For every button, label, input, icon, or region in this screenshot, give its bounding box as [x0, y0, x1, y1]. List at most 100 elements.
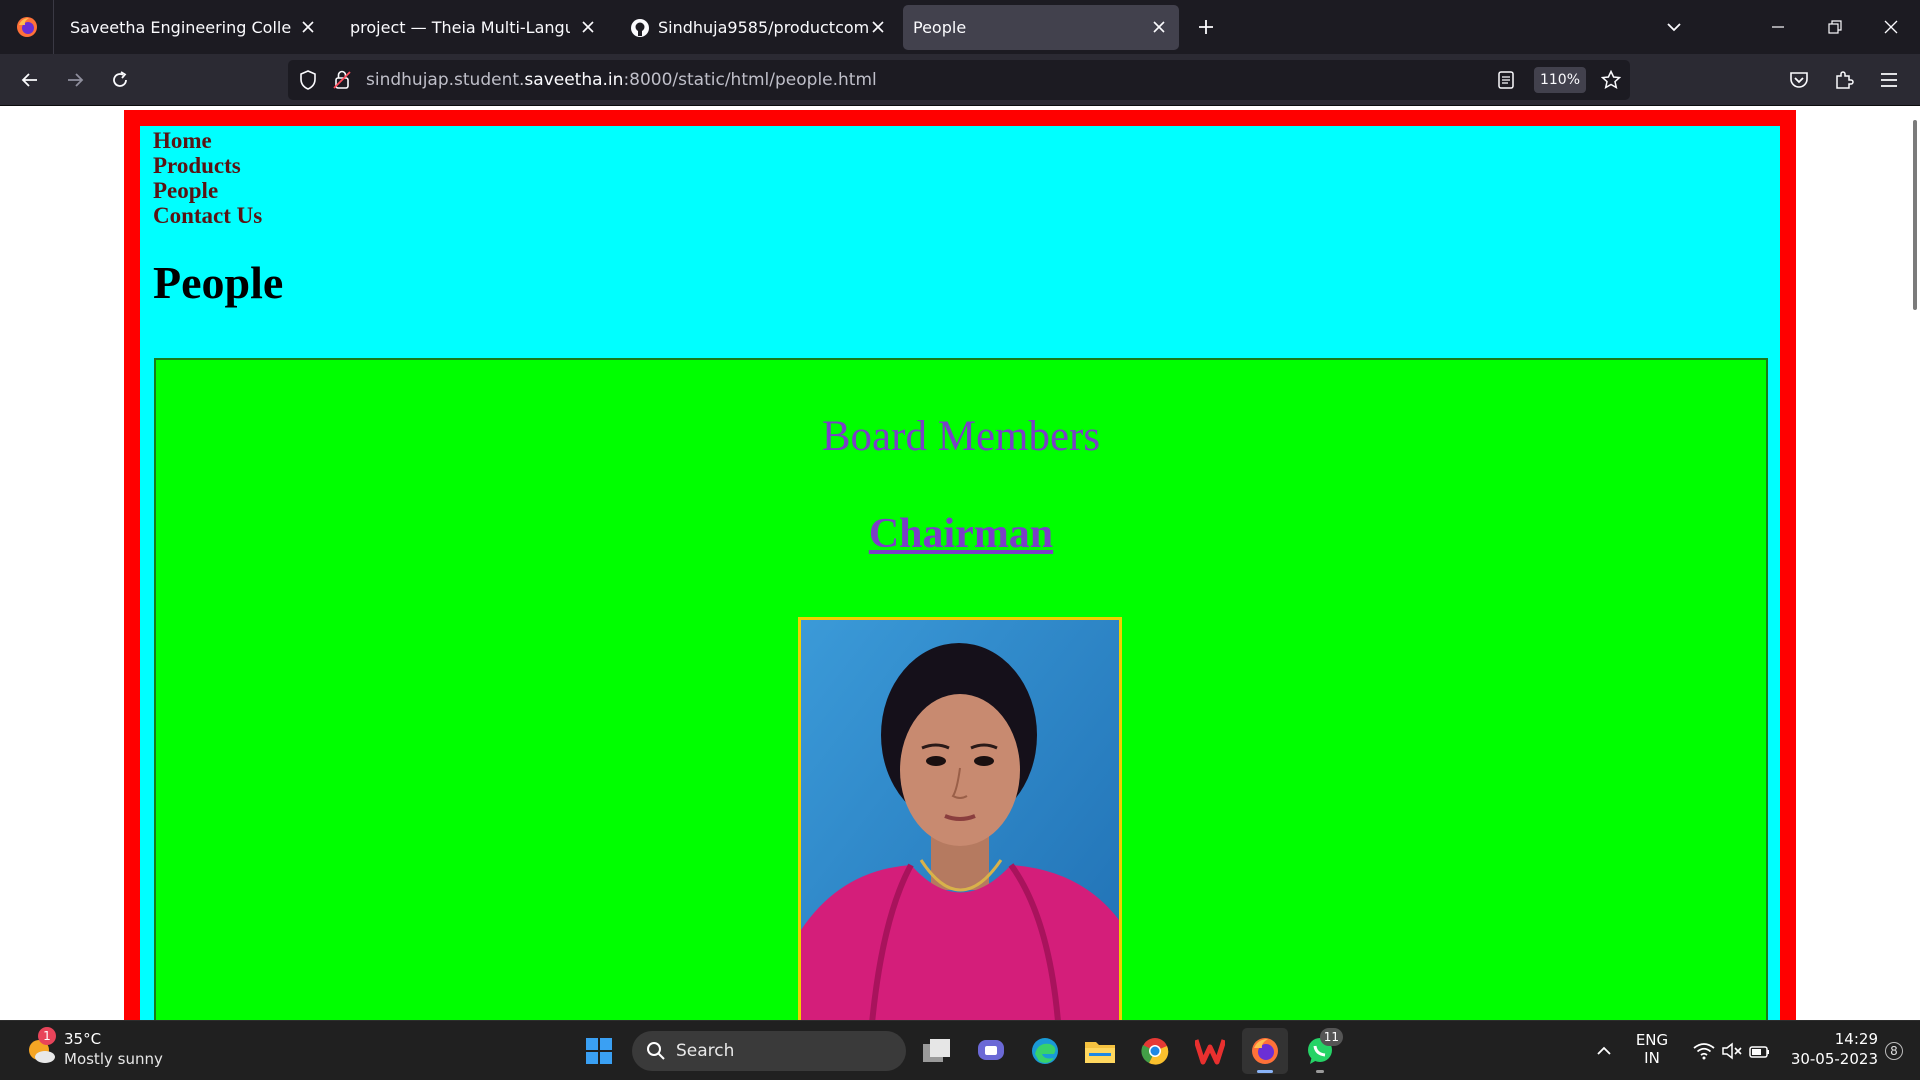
navigation-toolbar: sindhujap.student.saveetha.in:8000/stati… — [0, 54, 1920, 106]
reload-button[interactable] — [102, 62, 138, 98]
firefox-view-button[interactable] — [0, 0, 54, 54]
board-members-heading: Board Members — [821, 413, 1101, 460]
new-tab-button[interactable] — [1186, 7, 1226, 47]
notification-count: 8 — [1885, 1042, 1903, 1060]
nav-link-people[interactable]: People — [153, 178, 262, 203]
back-button[interactable] — [12, 62, 48, 98]
restore-icon — [1828, 20, 1842, 34]
page-title: People — [153, 257, 284, 308]
url-text[interactable]: sindhujap.student.saveetha.in:8000/stati… — [366, 60, 877, 100]
plus-icon — [1199, 20, 1213, 34]
task-view-icon — [923, 1039, 950, 1062]
nav-link-contact-us[interactable]: Contact Us — [153, 203, 262, 228]
page-scrollbar[interactable] — [1906, 106, 1920, 1020]
tab-title: project — Theia Multi-Language Ex — [350, 18, 570, 37]
tab-saveetha[interactable]: Saveetha Engineering College — [56, 5, 328, 50]
whatsapp-button[interactable]: 11 — [1297, 1028, 1343, 1074]
nav-link-products[interactable]: Products — [153, 153, 262, 178]
whatsapp-badge: 11 — [1319, 1028, 1343, 1046]
windows-logo-icon — [586, 1038, 612, 1064]
chairman-photo — [798, 617, 1122, 1020]
tab-people[interactable]: People — [903, 5, 1179, 50]
tab-github[interactable]: Sindhuja9585/productcompany — [616, 5, 898, 50]
wps-office-button[interactable] — [1187, 1028, 1233, 1074]
back-arrow-icon — [21, 73, 37, 87]
battery-icon — [1749, 1046, 1769, 1058]
github-icon — [630, 18, 650, 38]
chrome-icon — [1141, 1038, 1169, 1065]
insecure-lock-icon[interactable] — [332, 70, 352, 90]
app-menu-button[interactable] — [1871, 62, 1907, 98]
hamburger-menu-icon — [1881, 73, 1897, 87]
pocket-button[interactable] — [1781, 62, 1817, 98]
reader-view-icon[interactable] — [1496, 70, 1516, 90]
board-members-section: Board Members Chairman — [154, 358, 1768, 1020]
firefox-icon — [16, 17, 37, 37]
notifications-button[interactable]: 8 — [1874, 1028, 1914, 1074]
minimize-icon — [1772, 26, 1784, 28]
quick-settings-button[interactable] — [1686, 1028, 1778, 1074]
chevron-down-icon — [1667, 23, 1681, 32]
page-container: Home Products People Contact Us People B… — [140, 126, 1780, 1020]
close-icon[interactable] — [1149, 17, 1169, 37]
pocket-icon — [1790, 72, 1808, 88]
page-viewport: Home Products People Contact Us People B… — [0, 106, 1920, 1020]
extensions-button[interactable] — [1826, 62, 1862, 98]
puzzle-icon — [1836, 71, 1854, 89]
wifi-icon — [1693, 1043, 1715, 1060]
close-icon[interactable] — [578, 17, 598, 37]
firefox-icon — [1252, 1038, 1278, 1064]
list-all-tabs-button[interactable] — [1654, 7, 1694, 47]
url-prefix: sindhujap.student. — [366, 70, 525, 90]
scrollbar-thumb[interactable] — [1913, 120, 1917, 310]
language-code: ENG — [1635, 1031, 1669, 1049]
portrait-image — [801, 620, 1119, 1020]
teams-chat-button[interactable] — [968, 1028, 1014, 1074]
weather-temperature: 35°C — [64, 1030, 102, 1048]
tab-bar: Saveetha Engineering College project — T… — [0, 0, 1920, 54]
search-label: Search — [676, 1041, 735, 1061]
tab-title: Saveetha Engineering College — [70, 18, 292, 37]
url-bar[interactable]: sindhujap.student.saveetha.in:8000/stati… — [288, 60, 1630, 100]
restore-button[interactable] — [1815, 7, 1855, 47]
chat-icon — [978, 1040, 1004, 1060]
forward-arrow-icon — [68, 73, 84, 87]
taskbar-search[interactable]: Search — [632, 1031, 906, 1071]
minimize-button[interactable] — [1758, 7, 1798, 47]
task-view-button[interactable] — [914, 1028, 960, 1074]
input-language[interactable]: ENG IN — [1630, 1031, 1674, 1067]
zoom-level-button[interactable]: 110% — [1534, 67, 1586, 93]
chairman-heading[interactable]: Chairman — [156, 510, 1766, 558]
tab-theia-project[interactable]: project — Theia Multi-Language Ex — [336, 5, 608, 50]
close-window-button[interactable] — [1871, 7, 1911, 47]
url-host: saveetha.in — [524, 70, 624, 90]
start-button[interactable] — [576, 1028, 622, 1074]
running-indicator — [1316, 1070, 1324, 1073]
clock-time: 14:29 — [1834, 1030, 1878, 1048]
show-hidden-icons-button[interactable] — [1578, 1028, 1630, 1074]
chrome-button[interactable] — [1132, 1028, 1178, 1074]
clock-date: 30-05-2023 — [1790, 1050, 1878, 1068]
windows-taskbar: 1 35°C Mostly sunny Search 11 ENG IN 14:… — [0, 1020, 1920, 1080]
reload-icon — [113, 71, 127, 87]
close-icon[interactable] — [298, 17, 318, 37]
tab-title: People — [913, 18, 967, 37]
tab-title: Sindhuja9585/productcompany — [658, 18, 868, 37]
weather-badge: 1 — [38, 1027, 56, 1045]
file-explorer-button[interactable] — [1077, 1028, 1123, 1074]
clock[interactable]: 14:29 30-05-2023 — [1782, 1030, 1878, 1068]
wps-icon — [1195, 1039, 1225, 1065]
chevron-up-icon — [1597, 1046, 1611, 1055]
volume-muted-icon — [1722, 1042, 1742, 1060]
forward-button[interactable] — [57, 62, 93, 98]
weather-description: Mostly sunny — [64, 1050, 163, 1068]
firefox-taskbar-button[interactable] — [1242, 1028, 1288, 1074]
page-outer-border: Home Products People Contact Us People B… — [124, 110, 1796, 1020]
shield-icon[interactable] — [298, 70, 318, 90]
star-icon[interactable] — [1601, 70, 1621, 90]
site-nav: Home Products People Contact Us — [153, 128, 262, 228]
nav-link-home[interactable]: Home — [153, 128, 262, 153]
edge-button[interactable] — [1022, 1028, 1068, 1074]
close-icon[interactable] — [868, 17, 888, 37]
search-icon — [647, 1042, 665, 1060]
